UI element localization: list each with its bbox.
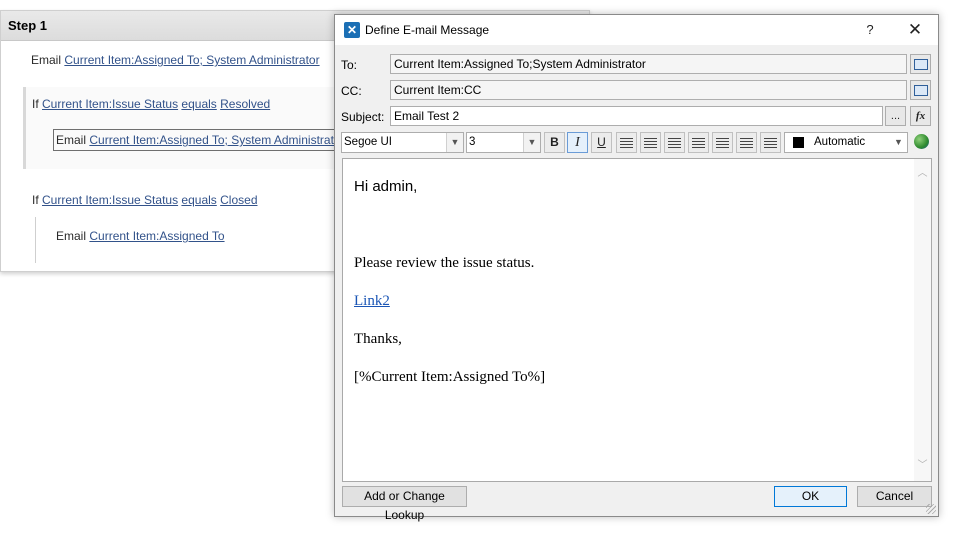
condition-if-label: If xyxy=(32,97,39,111)
cancel-button[interactable]: Cancel xyxy=(857,486,932,507)
workflow-email-action-3: Email Current Item:Assigned To xyxy=(56,229,225,243)
condition-value-link[interactable]: Resolved xyxy=(220,97,270,111)
body-greeting: Hi admin, xyxy=(354,178,418,195)
subject-more-button[interactable]: ... xyxy=(885,106,906,126)
subject-formula-button[interactable]: fx xyxy=(910,106,931,126)
bulleted-list-button[interactable] xyxy=(712,132,733,153)
email-recipient-link[interactable]: Current Item:Assigned To; System Adminis… xyxy=(89,133,344,147)
address-book-icon xyxy=(913,85,928,96)
scroll-up-icon[interactable]: ︿ xyxy=(914,165,931,182)
decrease-indent-button[interactable] xyxy=(736,132,757,153)
align-left-icon xyxy=(620,138,633,148)
condition-field-link[interactable]: Current Item:Issue Status xyxy=(42,97,178,111)
underline-button[interactable]: U xyxy=(591,132,612,153)
action-label: Email xyxy=(56,229,87,243)
address-book-cc-button[interactable] xyxy=(910,80,931,100)
condition-operator-link[interactable]: equals xyxy=(181,193,216,207)
body-thanks: Thanks, xyxy=(354,331,402,347)
email-recipient-link[interactable]: Current Item:Assigned To; System Adminis… xyxy=(64,53,319,67)
font-size-select[interactable]: 3 ▼ xyxy=(466,132,541,153)
subject-label: Subject: xyxy=(341,110,385,124)
condition-field-link[interactable]: Current Item:Issue Status xyxy=(42,193,178,207)
align-center-icon xyxy=(644,138,657,148)
align-left-button[interactable] xyxy=(616,132,637,153)
workflow-email-action-2[interactable]: Email Current Item:Assigned To; System A… xyxy=(56,133,345,147)
increase-indent-button[interactable] xyxy=(760,132,781,153)
editor-scrollbar[interactable]: ︿ ﹀ xyxy=(914,159,931,481)
cc-label: CC: xyxy=(341,84,362,98)
subject-field[interactable]: Email Test 2 xyxy=(390,106,883,126)
color-swatch xyxy=(793,137,804,148)
condition-value-link[interactable]: Closed xyxy=(220,193,257,207)
font-color-select[interactable]: Automatic ▼ xyxy=(784,132,908,153)
condition-operator-link[interactable]: equals xyxy=(181,97,216,111)
numbered-list-button[interactable] xyxy=(688,132,709,153)
help-button[interactable]: ? xyxy=(856,19,884,41)
chevron-down-icon: ▼ xyxy=(890,133,907,152)
action-label: Email xyxy=(31,53,62,67)
decrease-indent-icon xyxy=(740,138,753,148)
condition-closed: If Current Item:Issue Status equals Clos… xyxy=(32,193,258,207)
numbered-list-icon xyxy=(692,138,705,148)
font-size-value: 3 xyxy=(469,136,476,148)
cc-field[interactable]: Current Item:CC xyxy=(390,80,907,100)
branch-indent-line xyxy=(35,217,36,263)
bulleted-list-icon xyxy=(716,138,729,148)
address-book-to-button[interactable] xyxy=(910,54,931,74)
body-line-1: Please review the issue status. xyxy=(354,255,535,271)
condition-resolved: If Current Item:Issue Status equals Reso… xyxy=(32,97,270,111)
insert-hyperlink-button[interactable] xyxy=(912,132,933,153)
to-label: To: xyxy=(341,58,358,72)
italic-button[interactable]: I xyxy=(567,132,588,153)
chevron-down-icon: ▼ xyxy=(523,133,540,152)
close-button[interactable]: ✕ xyxy=(901,19,929,41)
align-right-button[interactable] xyxy=(664,132,685,153)
globe-link-icon xyxy=(914,134,929,149)
dialog-titlebar: ✕ Define E-mail Message ? ✕ xyxy=(335,15,938,45)
to-field[interactable]: Current Item:Assigned To;System Administ… xyxy=(390,54,907,74)
font-color-value: Automatic xyxy=(814,136,866,148)
dialog-title: Define E-mail Message xyxy=(365,23,490,37)
add-change-lookup-button[interactable]: Add or Change Lookup xyxy=(342,486,467,522)
workflow-email-action-1: Email Current Item:Assigned To; System A… xyxy=(31,53,320,67)
bold-button[interactable]: B xyxy=(544,132,565,153)
font-family-select[interactable]: Segoe UI ▼ xyxy=(341,132,464,153)
designer-app-icon: ✕ xyxy=(344,22,360,38)
align-center-button[interactable] xyxy=(640,132,661,153)
resize-grip[interactable] xyxy=(926,504,936,514)
message-body-editor[interactable]: Hi admin, Please review the issue status… xyxy=(342,158,932,482)
body-signature: [%Current Item:Assigned To%] xyxy=(354,369,546,385)
align-right-icon xyxy=(668,138,681,148)
define-email-dialog: ✕ Define E-mail Message ? ✕ To: Current … xyxy=(334,14,939,522)
condition-if-label: If xyxy=(32,193,39,207)
font-family-value: Segoe UI xyxy=(344,136,392,148)
action-label: Email xyxy=(56,133,87,147)
chevron-down-icon: ▼ xyxy=(446,133,463,152)
body-link[interactable]: Link2 xyxy=(354,293,390,310)
email-recipient-link[interactable]: Current Item:Assigned To xyxy=(89,229,224,243)
ok-button[interactable]: OK xyxy=(774,486,847,507)
increase-indent-icon xyxy=(764,138,777,148)
address-book-icon xyxy=(913,59,928,70)
scroll-down-icon[interactable]: ﹀ xyxy=(914,457,931,474)
